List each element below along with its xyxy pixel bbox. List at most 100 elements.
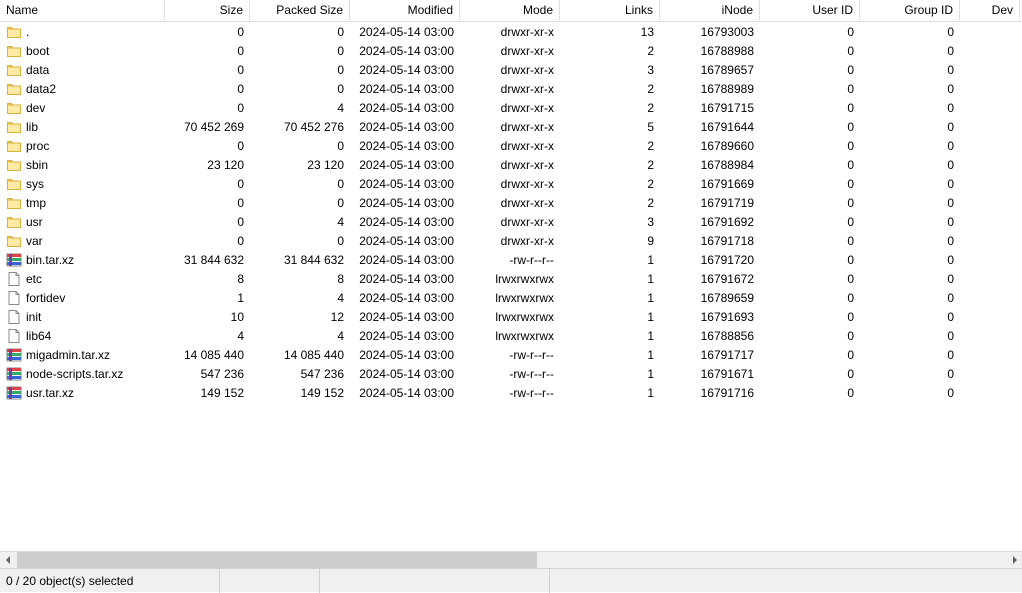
archive-icon [6,366,22,382]
cell-mode: drwxr-xr-x [460,177,560,191]
file-name: dev [26,101,45,115]
cell-inode: 16788988 [660,44,760,58]
table-row[interactable]: data2002024-05-14 03:00drwxr-xr-x2167889… [0,79,1022,98]
col-packed-size[interactable]: Packed Size [250,0,350,21]
cell-links: 3 [560,63,660,77]
cell-modified: 2024-05-14 03:00 [350,310,460,324]
file-name: bin.tar.xz [26,253,74,267]
col-mode[interactable]: Mode [460,0,560,21]
cell-packed-size: 23 120 [250,158,350,172]
cell-name: data [0,62,165,78]
table-row[interactable]: fortidev142024-05-14 03:00lrwxrwxrwx1167… [0,288,1022,307]
cell-user-id: 0 [760,215,860,229]
col-group-id[interactable]: Group ID [860,0,960,21]
table-row[interactable]: init10122024-05-14 03:00lrwxrwxrwx116791… [0,307,1022,326]
cell-group-id: 0 [860,253,960,267]
table-row[interactable]: tmp002024-05-14 03:00drwxr-xr-x216791719… [0,193,1022,212]
file-icon [6,328,22,344]
cell-name: usr [0,214,165,230]
cell-group-id: 0 [860,63,960,77]
cell-size: 10 [165,310,250,324]
scroll-left-arrow-icon[interactable] [0,552,17,569]
cell-name: data2 [0,81,165,97]
cell-inode: 16788989 [660,82,760,96]
cell-packed-size: 4 [250,101,350,115]
cell-packed-size: 4 [250,215,350,229]
folder-icon [6,157,22,173]
cell-links: 1 [560,348,660,362]
col-size[interactable]: Size [165,0,250,21]
cell-name: . [0,24,165,40]
cell-mode: drwxr-xr-x [460,196,560,210]
table-row[interactable]: lib70 452 26970 452 2762024-05-14 03:00d… [0,117,1022,136]
cell-size: 1 [165,291,250,305]
horizontal-scrollbar[interactable] [0,551,1022,568]
col-user-id[interactable]: User ID [760,0,860,21]
table-row[interactable]: data002024-05-14 03:00drwxr-xr-x31678965… [0,60,1022,79]
cell-mode: drwxr-xr-x [460,215,560,229]
cell-mode: drwxr-xr-x [460,158,560,172]
col-inode[interactable]: iNode [660,0,760,21]
file-name: var [26,234,43,248]
file-name: data [26,63,49,77]
table-row[interactable]: usr.tar.xz149 152149 1522024-05-14 03:00… [0,383,1022,402]
cell-group-id: 0 [860,196,960,210]
file-rows: .002024-05-14 03:00drwxr-xr-x13167930030… [0,22,1022,402]
file-name: fortidev [26,291,65,305]
table-row[interactable]: bin.tar.xz31 844 63231 844 6322024-05-14… [0,250,1022,269]
table-row[interactable]: boot002024-05-14 03:00drwxr-xr-x21678898… [0,41,1022,60]
col-dev[interactable]: Dev [960,0,1020,21]
cell-inode: 16789659 [660,291,760,305]
cell-group-id: 0 [860,82,960,96]
table-row[interactable]: migadmin.tar.xz14 085 44014 085 4402024-… [0,345,1022,364]
cell-inode: 16793003 [660,25,760,39]
cell-inode: 16791644 [660,120,760,134]
file-name: init [26,310,41,324]
cell-modified: 2024-05-14 03:00 [350,348,460,362]
table-row[interactable]: etc882024-05-14 03:00lrwxrwxrwx116791672… [0,269,1022,288]
cell-links: 1 [560,367,660,381]
cell-user-id: 0 [760,367,860,381]
folder-icon [6,195,22,211]
scrollbar-track[interactable] [17,552,1005,569]
file-name: data2 [26,82,56,96]
scrollbar-thumb[interactable] [17,552,537,569]
file-list[interactable]: Name Size Packed Size Modified Mode Link… [0,0,1022,540]
cell-size: 0 [165,215,250,229]
cell-user-id: 0 [760,272,860,286]
col-modified[interactable]: Modified [350,0,460,21]
cell-user-id: 0 [760,310,860,324]
file-name: migadmin.tar.xz [26,348,110,362]
folder-icon [6,176,22,192]
table-row[interactable]: dev042024-05-14 03:00drwxr-xr-x216791715… [0,98,1022,117]
col-name[interactable]: Name [0,0,165,21]
folder-icon [6,233,22,249]
file-name: node-scripts.tar.xz [26,367,123,381]
cell-user-id: 0 [760,348,860,362]
table-row[interactable]: .002024-05-14 03:00drwxr-xr-x13167930030… [0,22,1022,41]
cell-links: 2 [560,158,660,172]
cell-name: etc [0,271,165,287]
table-row[interactable]: sys002024-05-14 03:00drwxr-xr-x216791669… [0,174,1022,193]
cell-user-id: 0 [760,44,860,58]
cell-user-id: 0 [760,101,860,115]
cell-name: tmp [0,195,165,211]
cell-modified: 2024-05-14 03:00 [350,272,460,286]
folder-icon [6,62,22,78]
cell-mode: drwxr-xr-x [460,101,560,115]
table-row[interactable]: node-scripts.tar.xz547 236547 2362024-05… [0,364,1022,383]
col-links[interactable]: Links [560,0,660,21]
table-row[interactable]: var002024-05-14 03:00drwxr-xr-x916791718… [0,231,1022,250]
table-row[interactable]: usr042024-05-14 03:00drwxr-xr-x316791692… [0,212,1022,231]
scroll-right-arrow-icon[interactable] [1005,552,1022,569]
cell-name: lib64 [0,328,165,344]
file-icon [6,271,22,287]
table-row[interactable]: lib64442024-05-14 03:00lrwxrwxrwx1167888… [0,326,1022,345]
cell-group-id: 0 [860,329,960,343]
table-row[interactable]: sbin23 12023 1202024-05-14 03:00drwxr-xr… [0,155,1022,174]
folder-icon [6,24,22,40]
cell-packed-size: 4 [250,329,350,343]
cell-name: init [0,309,165,325]
cell-mode: -rw-r--r-- [460,348,560,362]
table-row[interactable]: proc002024-05-14 03:00drwxr-xr-x21678966… [0,136,1022,155]
